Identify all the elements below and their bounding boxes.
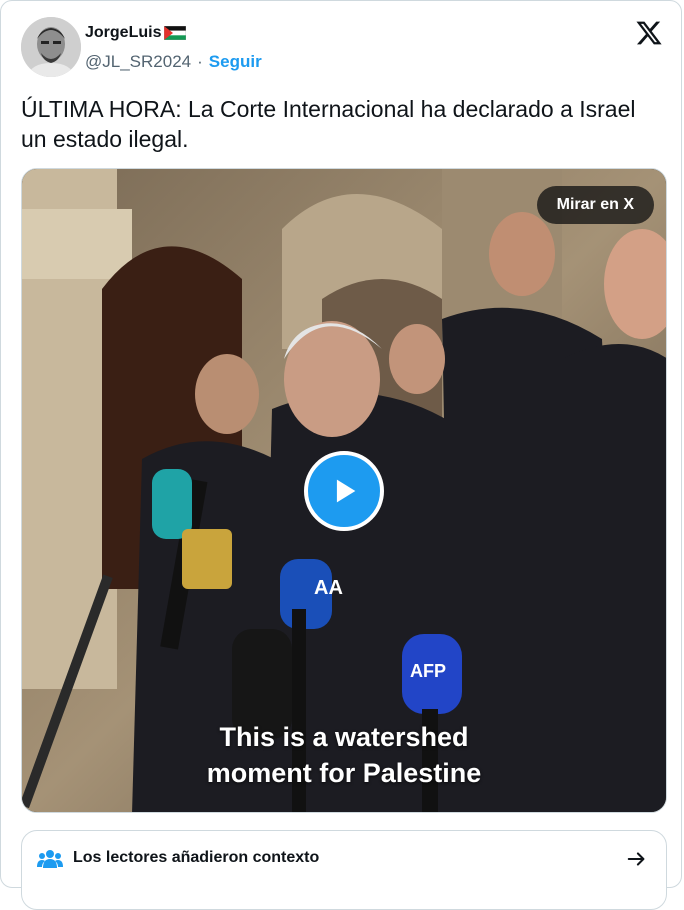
mic-label-afp: AFP <box>410 661 446 681</box>
tweet-text: ÚLTIMA HORA: La Corte Internacional ha d… <box>21 96 636 152</box>
palestine-flag-icon <box>164 25 187 41</box>
author-handle[interactable]: @JL_SR2024 <box>85 52 191 72</box>
tweet-card: JorgeLuis @JL_SR2024 · Seguir ÚLTIMA HOR… <box>0 0 682 910</box>
mic-label-aa: AA <box>314 577 343 599</box>
author-name[interactable]: JorgeLuis <box>85 24 161 42</box>
play-icon <box>336 479 356 503</box>
watch-on-x-button[interactable]: Mirar en X <box>536 186 654 224</box>
caption-line-2: moment for Palestine <box>206 758 482 788</box>
play-button[interactable] <box>304 451 384 531</box>
people-icon <box>37 850 63 868</box>
video-player[interactable]: AA AFP Mirar en X This is a watershed mo… <box>21 168 667 813</box>
arrow-right-icon[interactable] <box>626 848 648 870</box>
community-note-banner[interactable]: Los lectores añadieron contexto <box>21 830 667 910</box>
video-caption: This is a watershed moment for Palestine <box>22 719 666 791</box>
x-logo-icon[interactable] <box>635 19 663 47</box>
community-note-label: Los lectores añadieron contexto <box>73 849 320 866</box>
separator-dot: · <box>197 52 203 71</box>
avatar[interactable] <box>21 17 81 77</box>
follow-button[interactable]: Seguir <box>209 52 262 72</box>
tweet-header: JorgeLuis @JL_SR2024 · Seguir <box>21 17 669 79</box>
caption-line-1: This is a watershed <box>219 722 469 752</box>
